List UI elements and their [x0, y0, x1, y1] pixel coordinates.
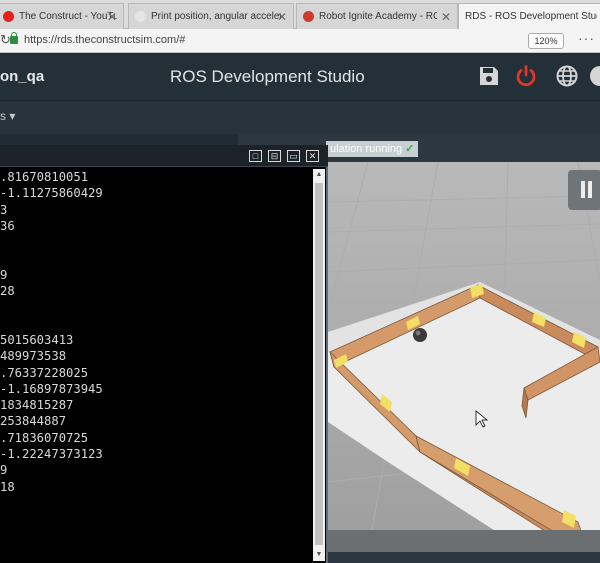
terminal-line: 1834815287: [0, 398, 74, 413]
tab-close-icon[interactable]: ✕: [441, 10, 451, 24]
terminal-window: □ ⊟ ▭ ✕ .81670810051 -1.11275860429 3 36 9 2…: [0, 145, 328, 563]
maximize-window-icon[interactable]: ▭: [287, 150, 300, 162]
tab-close-icon[interactable]: ✕: [277, 10, 287, 24]
tab-title: Robot Ignite Academy - ROS: [319, 11, 437, 22]
tab-youtube[interactable]: The Construct - YouTube ✕: [0, 3, 124, 29]
terminal-line: 9: [0, 267, 8, 282]
terminal-line: 5015603413: [0, 332, 74, 347]
more-menu-icon[interactable]: ···: [578, 30, 595, 46]
scroll-up-icon[interactable]: ▲: [313, 169, 325, 181]
terminal-line: 36: [0, 218, 15, 233]
terminal-scrollbar[interactable]: ▲ ▼: [313, 169, 325, 561]
scroll-down-icon[interactable]: ▼: [313, 549, 325, 561]
tab-title: RDS - ROS Development Studio: [465, 11, 597, 22]
tab-robot-ignite[interactable]: Robot Ignite Academy - ROS ✕: [296, 3, 458, 29]
youtube-favicon-icon: [3, 11, 14, 22]
app-header: on_qa ROS Development Studio: [0, 54, 600, 100]
terminal-line: -1.16897873945: [0, 381, 103, 396]
terminal-line: -1.22247373123: [0, 447, 103, 462]
user-icon[interactable]: [589, 64, 600, 88]
terminal-title-bar: □ ⊟ ▭ ✕: [0, 145, 328, 167]
terminal-output[interactable]: .81670810051 -1.11275860429 3 36 9 28 501560…: [0, 169, 310, 559]
restore-window-icon[interactable]: □: [249, 150, 262, 162]
tab-rds[interactable]: RDS - ROS Development Studio: [458, 3, 600, 29]
lock-icon: [10, 32, 18, 44]
tab-title: Print position, angular acceleration: [151, 11, 281, 22]
url-field[interactable]: https://rds.theconstructsim.com/#: [24, 34, 185, 46]
tab-close-icon[interactable]: ✕: [107, 10, 117, 24]
power-icon[interactable]: [514, 64, 538, 88]
zoom-level-badge[interactable]: 120%: [528, 33, 564, 49]
robot-ignite-favicon-icon: [303, 11, 314, 22]
simulation-status-text: ulation running: [330, 143, 403, 155]
simulation-status-badge: ulation running ✓: [326, 141, 419, 157]
pause-simulation-button[interactable]: [568, 170, 600, 210]
terminal-line: .76337228025: [0, 365, 89, 380]
tab-print-position[interactable]: Print position, angular acceleration ✕: [128, 3, 294, 29]
terminal-line: 9: [0, 463, 8, 478]
terminal-line: .71836070725: [0, 430, 89, 445]
page-favicon-icon: [135, 11, 146, 22]
user-name: on_qa: [0, 68, 45, 85]
app-title: ROS Development Studio: [170, 67, 365, 86]
minimize-window-icon[interactable]: ⊟: [268, 150, 281, 162]
close-window-icon[interactable]: ✕: [306, 150, 319, 162]
tools-dropdown[interactable]: s ▾: [0, 109, 15, 123]
toolbar-submenu: s ▾: [0, 100, 600, 134]
terminal-line: 28: [0, 284, 15, 299]
check-icon: ✓: [405, 143, 415, 155]
terminal-line: .81670810051: [0, 170, 89, 184]
browser-tab-bar: The Construct - YouTube ✕ Print position…: [0, 0, 600, 29]
terminal-line: 3: [0, 202, 8, 217]
address-bar: ↻ https://rds.theconstructsim.com/# 120%…: [0, 29, 600, 53]
tab-title: The Construct - YouTube: [19, 11, 117, 22]
terminal-line: 253844887: [0, 414, 67, 429]
scroll-thumb[interactable]: [315, 183, 323, 545]
terminal-line: 489973538: [0, 349, 67, 364]
gazebo-scene-view[interactable]: [328, 162, 600, 552]
globe-icon[interactable]: [555, 64, 579, 88]
terminal-line: -1.11275860429: [0, 186, 103, 201]
save-icon[interactable]: [477, 64, 501, 88]
terminal-line: 18: [0, 479, 15, 494]
